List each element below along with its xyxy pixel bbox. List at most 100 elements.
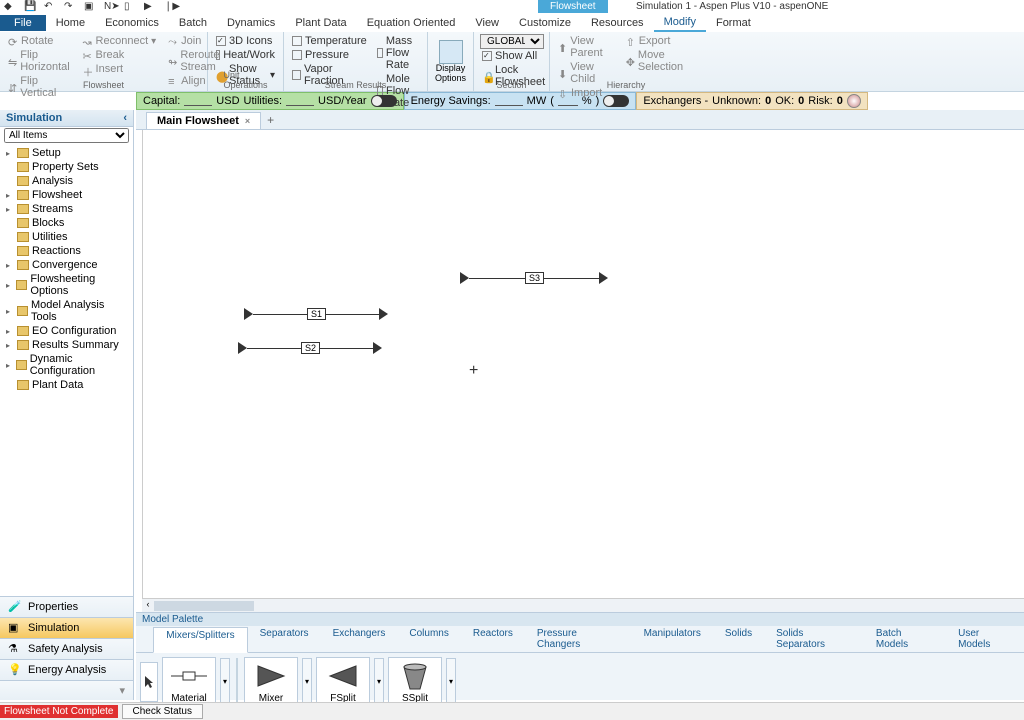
palette-tab-mixers-splitters[interactable]: Mixers/Splitters bbox=[153, 627, 247, 653]
tree-item-model-analysis-tools[interactable]: ▸Model Analysis Tools bbox=[4, 298, 129, 324]
menu-format[interactable]: Format bbox=[706, 15, 761, 31]
tree-item-property-sets[interactable]: Property Sets bbox=[4, 160, 129, 174]
menu-dynamics[interactable]: Dynamics bbox=[217, 15, 285, 31]
panel-energy-analysis[interactable]: 💡Energy Analysis bbox=[0, 659, 133, 680]
menu-resources[interactable]: Resources bbox=[581, 15, 654, 31]
section-select[interactable]: GLOBAL bbox=[480, 34, 544, 49]
nav-filter-select[interactable]: All Items bbox=[4, 128, 129, 143]
menu-plant-data[interactable]: Plant Data bbox=[285, 15, 356, 31]
palette-tab-columns[interactable]: Columns bbox=[397, 626, 460, 652]
stream-label-s1[interactable]: S1 bbox=[307, 308, 326, 320]
rotate-button[interactable]: ⟳Rotate bbox=[6, 34, 73, 48]
tree-item-reactions[interactable]: Reactions bbox=[4, 244, 129, 258]
stream-inlet-arrow-icon bbox=[461, 273, 469, 283]
panel-icon[interactable]: ▯ bbox=[124, 1, 136, 13]
palette-tabs: Mixers/Splitters Separators Exchangers C… bbox=[136, 626, 1024, 653]
palette-tab-manipulators[interactable]: Manipulators bbox=[632, 626, 713, 652]
next-icon[interactable]: N➤ bbox=[104, 1, 116, 13]
panel-simulation[interactable]: ▣Simulation bbox=[0, 617, 133, 638]
stream-label-s3[interactable]: S3 bbox=[525, 272, 544, 284]
heat-work-checkbox[interactable]: Heat/Work bbox=[214, 48, 277, 62]
reconcile-icon[interactable]: ▣ bbox=[84, 1, 96, 13]
tab-close-icon[interactable]: × bbox=[245, 116, 250, 126]
tree-item-setup[interactable]: ▸Setup bbox=[4, 146, 129, 160]
tree-item-plant-data[interactable]: Plant Data bbox=[4, 378, 129, 392]
tree-item-dynamic-configuration[interactable]: ▸Dynamic Configuration bbox=[4, 352, 129, 378]
stream-s2[interactable]: S2 bbox=[239, 342, 382, 354]
show-all-checkbox[interactable]: Show All bbox=[480, 49, 543, 63]
menu-modify[interactable]: Modify bbox=[654, 14, 706, 32]
tree-item-utilities[interactable]: Utilities bbox=[4, 230, 129, 244]
insert-button[interactable]: ＋Insert bbox=[81, 62, 159, 76]
palette-ssplit-dropdown[interactable]: ▾ bbox=[446, 658, 456, 706]
tab-main-flowsheet[interactable]: Main Flowsheet× bbox=[146, 112, 261, 129]
pressure-checkbox[interactable]: Pressure bbox=[290, 48, 369, 62]
app-icon: ◆ bbox=[4, 1, 16, 13]
run-icon[interactable]: ▶ bbox=[144, 1, 156, 13]
palette-tab-user-models[interactable]: User Models bbox=[946, 626, 1024, 652]
3d-icons-checkbox[interactable]: 3D Icons bbox=[214, 34, 277, 48]
palette-mixer-dropdown[interactable]: ▾ bbox=[302, 658, 312, 706]
palette-tab-pressure-changers[interactable]: Pressure Changers bbox=[525, 626, 632, 652]
palette-fsplit-dropdown[interactable]: ▾ bbox=[374, 658, 384, 706]
tab-add-button[interactable]: + bbox=[261, 111, 280, 129]
step-icon[interactable]: ❘▶ bbox=[164, 1, 176, 13]
pointer-tool[interactable] bbox=[140, 662, 158, 702]
palette-tab-batch-models[interactable]: Batch Models bbox=[864, 626, 946, 652]
undo-icon[interactable]: ↶ bbox=[44, 1, 56, 13]
check-status-button[interactable]: Check Status bbox=[122, 704, 203, 719]
export-button[interactable]: ⇧Export bbox=[624, 34, 696, 48]
palette-mixer[interactable]: Mixer bbox=[244, 657, 298, 706]
view-parent-button[interactable]: ⬆View Parent bbox=[556, 34, 616, 60]
palette-material-dropdown[interactable]: ▾ bbox=[220, 658, 230, 706]
economics-toggle[interactable] bbox=[371, 95, 397, 107]
flip-horizontal-button[interactable]: ⇋Flip Horizontal bbox=[6, 48, 73, 74]
redo-icon[interactable]: ↷ bbox=[64, 1, 76, 13]
tree-item-flowsheeting-options[interactable]: ▸Flowsheeting Options bbox=[4, 272, 129, 298]
reconnect-button[interactable]: ↝Reconnect▾ bbox=[81, 34, 159, 48]
ribbon-group-hierarchy-label: Hierarchy bbox=[607, 80, 646, 90]
tree-item-analysis[interactable]: Analysis bbox=[4, 174, 129, 188]
panel-collapse[interactable]: ▾ bbox=[0, 680, 133, 700]
tree-item-flowsheet[interactable]: ▸Flowsheet bbox=[4, 188, 129, 202]
flowsheet-canvas[interactable]: S3 S1 S2 + bbox=[142, 130, 1024, 598]
stream-label-s2[interactable]: S2 bbox=[301, 342, 320, 354]
palette-tab-solids[interactable]: Solids bbox=[713, 626, 764, 652]
palette-material-stream[interactable]: Material bbox=[162, 657, 216, 706]
menu-file[interactable]: File bbox=[0, 15, 46, 31]
energy-toggle[interactable] bbox=[603, 95, 629, 107]
stream-s3[interactable]: S3 bbox=[461, 272, 608, 284]
menu-equation-oriented[interactable]: Equation Oriented bbox=[357, 15, 466, 31]
panel-safety-analysis[interactable]: ⚗Safety Analysis bbox=[0, 638, 133, 659]
palette-tab-solids-separators[interactable]: Solids Separators bbox=[764, 626, 864, 652]
tree-item-blocks[interactable]: Blocks bbox=[4, 216, 129, 230]
menu-view[interactable]: View bbox=[465, 15, 509, 31]
tree-item-eo-configuration[interactable]: ▸EO Configuration bbox=[4, 324, 129, 338]
risk-dial-icon[interactable] bbox=[847, 94, 861, 108]
menu-batch[interactable]: Batch bbox=[169, 15, 217, 31]
palette-ssplit[interactable]: SSplit bbox=[388, 657, 442, 706]
menu-home[interactable]: Home bbox=[46, 15, 95, 31]
nav-bottom-panels: 🧪Properties ▣Simulation ⚗Safety Analysis… bbox=[0, 596, 133, 700]
panel-properties[interactable]: 🧪Properties bbox=[0, 596, 133, 617]
palette-fsplit[interactable]: FSplit bbox=[316, 657, 370, 706]
tree-item-convergence[interactable]: ▸Convergence bbox=[4, 258, 129, 272]
temperature-checkbox[interactable]: Temperature bbox=[290, 34, 369, 48]
mass-flow-checkbox[interactable]: Mass Flow Rate bbox=[375, 34, 429, 72]
break-button[interactable]: ✂Break bbox=[81, 48, 159, 62]
stream-s1[interactable]: S1 bbox=[245, 308, 388, 320]
tree-item-streams[interactable]: ▸Streams bbox=[4, 202, 129, 216]
move-selection-button[interactable]: ✥Move Selection bbox=[624, 48, 696, 74]
display-options-button[interactable]: Display Options bbox=[428, 32, 474, 91]
horizontal-scrollbar[interactable]: ‹ bbox=[142, 598, 1024, 612]
collapse-icon[interactable]: ‹ bbox=[123, 112, 127, 124]
tree-item-results-summary[interactable]: ▸Results Summary bbox=[4, 338, 129, 352]
save-icon[interactable]: 💾 bbox=[24, 1, 36, 13]
menu-customize[interactable]: Customize bbox=[509, 15, 581, 31]
stream-outlet-arrow-icon bbox=[600, 273, 608, 283]
menu-economics[interactable]: Economics bbox=[95, 15, 169, 31]
palette-tab-reactors[interactable]: Reactors bbox=[461, 626, 525, 652]
palette-tab-separators[interactable]: Separators bbox=[248, 626, 321, 652]
flip-vertical-button[interactable]: ⇵Flip Vertical bbox=[6, 74, 73, 100]
palette-tab-exchangers[interactable]: Exchangers bbox=[321, 626, 398, 652]
